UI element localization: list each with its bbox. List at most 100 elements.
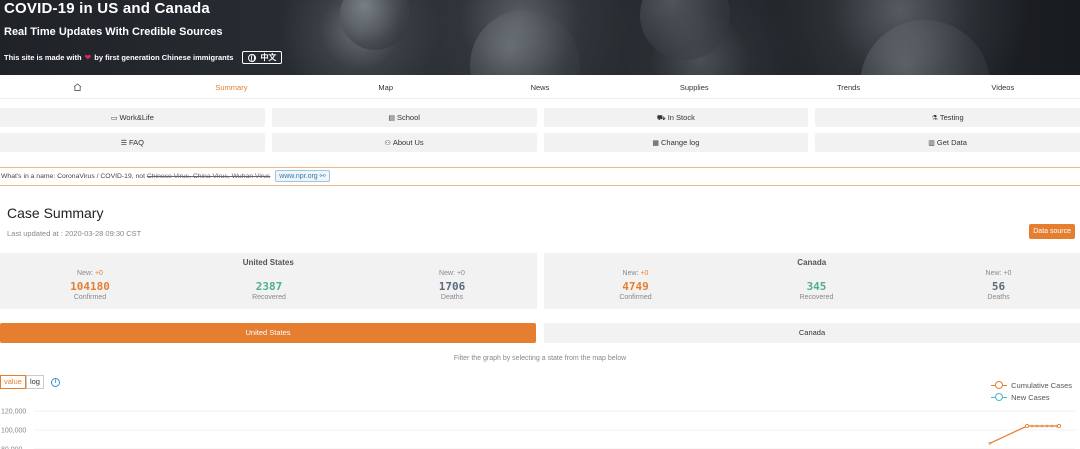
testing-label: Testing: [939, 113, 964, 122]
about-us-label: About Us: [392, 138, 424, 147]
home-icon: [73, 83, 81, 91]
cumulative-cases-line: [989, 425, 1059, 444]
tab-united-states[interactable]: United States: [0, 323, 536, 343]
language-toggle-button[interactable]: 中文: [242, 51, 283, 64]
name-banner-struck: Chinese Virus, China Virus, Wuhan Virus: [146, 173, 271, 180]
cumulative-point[interactable]: [988, 441, 992, 445]
document-icon: ▦: [652, 140, 659, 147]
cumulative-point[interactable]: [1035, 424, 1039, 428]
recovered-label: Recovered: [799, 294, 834, 301]
confirmed-label: Confirmed: [619, 294, 652, 301]
main-nav: Summary Map News Supplies Trends Videos: [0, 77, 1080, 99]
us-confirmed-stat: New: +0 104180 Confirmed: [45, 270, 135, 301]
log-scale-button[interactable]: log: [25, 375, 44, 389]
us-summary-card: United States New: +0 104180 Confirmed 2…: [0, 253, 537, 309]
data-source-button[interactable]: Data source: [1029, 224, 1075, 239]
list-icon: ☰: [120, 140, 127, 147]
about-us-button[interactable]: ⚇ About Us: [271, 133, 537, 152]
chart-grid: 120,000100,00080,000: [1, 409, 1075, 449]
value-scale-button[interactable]: value: [0, 375, 26, 389]
tab-trends[interactable]: Trends: [771, 77, 925, 98]
name-banner: What's in a name: CoronaVirus / COVID-19…: [0, 167, 1080, 186]
change-log-button[interactable]: ▦ Change log: [543, 133, 809, 152]
cart-icon: ⛟: [656, 115, 666, 122]
info-icon[interactable]: i: [50, 377, 60, 387]
last-updated: Last updated at : 2020-03-28 09:30 CST: [7, 229, 142, 238]
new-deaths: +0: [1003, 270, 1012, 277]
us-recovered-stat: 2387 Recovered: [224, 270, 314, 301]
change-log-label: Change log: [661, 138, 700, 147]
testing-button[interactable]: ⚗ Testing: [815, 108, 1080, 127]
legend-cumulative[interactable]: Cumulative Cases: [991, 379, 1072, 391]
country-name: Canada: [797, 258, 827, 267]
cumulative-point[interactable]: [1050, 424, 1054, 428]
tab-canada[interactable]: Canada: [544, 323, 1080, 343]
chart-series: [988, 424, 1062, 445]
virus-image: [470, 10, 580, 75]
legend-new-cases[interactable]: New Cases: [991, 391, 1072, 403]
deaths-count: 1706: [438, 280, 466, 293]
deaths-label: Deaths: [440, 294, 464, 301]
site-subtitle: Real Time Updates With Credible Sources: [4, 26, 223, 38]
site-title: COVID-19 in US and Canada: [4, 0, 210, 17]
school-button[interactable]: ▤ School: [271, 108, 537, 127]
tab-supplies[interactable]: Supplies: [617, 77, 771, 98]
recovered-count: 345: [806, 280, 827, 293]
cumulative-point[interactable]: [1025, 424, 1030, 429]
npr-link-label: www.npr.org: [279, 173, 318, 180]
canada-summary-card: Canada New: +0 4749 Confirmed 345 Recove…: [543, 253, 1080, 309]
confirmed-label: Confirmed: [73, 294, 107, 301]
filter-note: Filter the graph by selecting a state fr…: [453, 355, 627, 362]
legend-label: Cumulative Cases: [1011, 380, 1072, 390]
book-icon: ▤: [388, 115, 395, 122]
hero-banner: COVID-19 in US and Canada Real Time Upda…: [0, 0, 1080, 75]
tab-videos[interactable]: Videos: [926, 77, 1080, 98]
y-tick-label: 120,000: [1, 409, 26, 416]
deaths-label: Deaths: [987, 294, 1010, 301]
tab-home[interactable]: [0, 77, 154, 98]
cumulative-point[interactable]: [1045, 424, 1049, 428]
name-banner-text: What's in a name: CoronaVirus / COVID-19…: [1, 173, 145, 180]
case-summary-title: Case Summary: [7, 205, 104, 221]
virus-image: [860, 20, 990, 75]
country-tabs: United States Canada: [0, 323, 1080, 343]
credit-prefix: This site is made with: [4, 53, 82, 62]
ca-recovered-stat: 345 Recovered: [772, 270, 862, 301]
in-stock-button[interactable]: ⛟ In Stock: [543, 108, 809, 127]
legend-marker-icon: [991, 381, 1008, 389]
legend-label: New Cases: [1011, 392, 1050, 402]
cumulative-point[interactable]: [1040, 424, 1044, 428]
work-life-button[interactable]: ▭ Work&Life: [0, 108, 265, 127]
deaths-count: 56: [991, 280, 1006, 293]
confirmed-count: 104180: [70, 280, 110, 293]
link-icon: ⚯: [319, 173, 326, 180]
database-icon: ▥: [928, 140, 935, 147]
us-deaths-stat: New: +0 1706 Deaths: [407, 270, 497, 301]
recovered-label: Recovered: [252, 294, 286, 301]
faq-button[interactable]: ☰ FAQ: [0, 133, 265, 152]
school-label: School: [396, 113, 420, 122]
recovered-count: 2387: [255, 280, 283, 293]
y-tick-label: 100,000: [1, 428, 26, 435]
get-data-label: Get Data: [936, 138, 967, 147]
team-icon: ⚇: [384, 140, 391, 147]
new-confirmed: +0: [94, 270, 103, 277]
summary-cards: United States New: +0 104180 Confirmed 2…: [0, 253, 1080, 309]
language-label: 中文: [260, 53, 277, 62]
globe-icon: [248, 53, 257, 62]
virus-image: [340, 0, 410, 50]
cumulative-point[interactable]: [1057, 424, 1062, 429]
quick-links: ▭ Work&Life ▤ School ⛟ In Stock ⚗ Testing ☰ F…: [0, 108, 1080, 158]
credit-suffix: by first generation Chinese immigrants: [94, 53, 234, 62]
confirmed-count: 4749: [622, 280, 649, 293]
npr-link[interactable]: www.npr.org ⚯: [275, 170, 330, 182]
tab-news[interactable]: News: [463, 77, 617, 98]
new-label: New:: [439, 270, 455, 277]
cumulative-point[interactable]: [1030, 424, 1034, 428]
cases-chart: 120,000100,00080,000: [1, 409, 1075, 449]
new-label: New:: [77, 270, 93, 277]
tab-map[interactable]: Map: [309, 77, 463, 98]
scale-toggle: value log i: [0, 375, 60, 389]
get-data-button[interactable]: ▥ Get Data: [815, 133, 1080, 152]
tab-summary[interactable]: Summary: [154, 77, 308, 98]
